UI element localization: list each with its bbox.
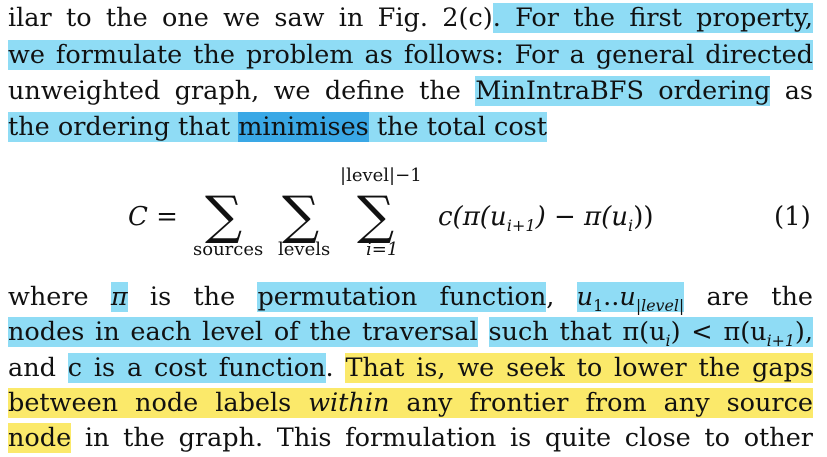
text-line-4: the ordering that minimises the total co… (8, 112, 548, 142)
equation-number: (1) (774, 202, 811, 232)
sum-levels-symbol: ∑ (282, 186, 320, 246)
text-line-5: where π is the permutation function, u1.… (8, 282, 813, 316)
text-line-6: nodes in each level of the traversal suc… (8, 317, 813, 351)
text-line-1: ilar to the one we saw in Fig. 2(c). For… (8, 3, 813, 33)
text-line-7: and c is a cost function. That is, we se… (8, 353, 813, 383)
sum-i-sub: i=1 (366, 239, 399, 260)
text-line-3: unweighted graph, we define the MinIntra… (8, 76, 813, 106)
paper-page: ilar to the one we saw in Fig. 2(c). For… (0, 0, 827, 457)
text-line-8: between node labels within any frontier … (8, 388, 813, 418)
sum-sources-symbol: ∑ (205, 186, 243, 246)
text-line-9: node in the graph. This formulation is q… (8, 423, 813, 453)
equation-lhs: C = (128, 202, 178, 232)
sum-i-symbol: ∑ (357, 186, 395, 246)
equation-1: C = ∑ sources ∑ levels |level|−1 ∑ i=1 c… (0, 160, 827, 270)
sum-i-sup: |level|−1 (340, 165, 422, 186)
equation-body: c(π(ui+1) − π(ui)) (438, 202, 654, 236)
sum-sources-sub: sources (193, 239, 264, 260)
sum-levels-sub: levels (278, 239, 331, 260)
text-line-2: we formulate the problem as follows: For… (8, 40, 813, 70)
